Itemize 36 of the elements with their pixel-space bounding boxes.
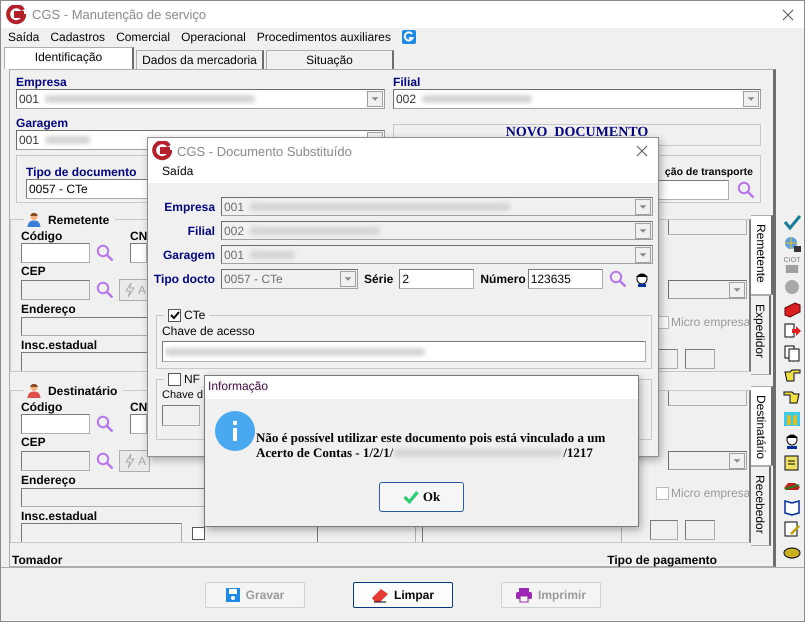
- field-label: Endereço: [21, 473, 76, 487]
- field-label: Tipo de pagamento: [607, 553, 717, 567]
- field-label: Código: [21, 229, 64, 243]
- checkbox-label: Micro empresa: [671, 315, 750, 329]
- field-label: Número: [480, 272, 526, 286]
- checkbox-label: CTe: [184, 308, 206, 322]
- checkbox-label: NF: [184, 372, 200, 386]
- field-label: Garagem: [162, 248, 215, 262]
- message-text: /1217: [563, 445, 593, 460]
- field-label: CEP: [21, 435, 46, 449]
- message-text: Acerto de Contas - 1/2/1/: [256, 445, 394, 460]
- field-label: Endereço: [21, 302, 76, 316]
- field-label: Filial: [393, 75, 420, 89]
- field-label: Chave d: [162, 388, 203, 402]
- field-label: Empresa: [163, 200, 215, 214]
- field-label: CN: [130, 400, 148, 414]
- field-label: Insc.estadual: [21, 509, 98, 523]
- field-label: Tomador: [12, 553, 62, 567]
- field-label: Chave de acesso: [162, 324, 255, 338]
- field-label: ção de transporte: [664, 165, 753, 179]
- field-label: Empresa: [16, 75, 67, 89]
- message-text: Não é possível utilizar este documento pois está vinculado a um: [256, 430, 606, 445]
- group-title: Remetente: [48, 213, 110, 227]
- field-label: Garagem: [16, 116, 68, 130]
- field-label: Tipo docto: [152, 272, 215, 286]
- field-label: CEP: [21, 264, 46, 278]
- field-label: Filial: [186, 224, 215, 238]
- dialog-title: Informação: [205, 376, 638, 399]
- field-label: Código: [21, 400, 64, 414]
- group-title: Destinatário: [48, 384, 118, 398]
- checkbox-label: Micro empresa: [671, 486, 750, 500]
- field-label: Série: [364, 272, 394, 286]
- window-title: CGS - Manutenção de serviço: [32, 7, 208, 22]
- field-label: CN: [130, 229, 148, 243]
- field-label: Tipo de documento: [26, 165, 136, 179]
- field-label: Insc.estadual: [21, 338, 98, 352]
